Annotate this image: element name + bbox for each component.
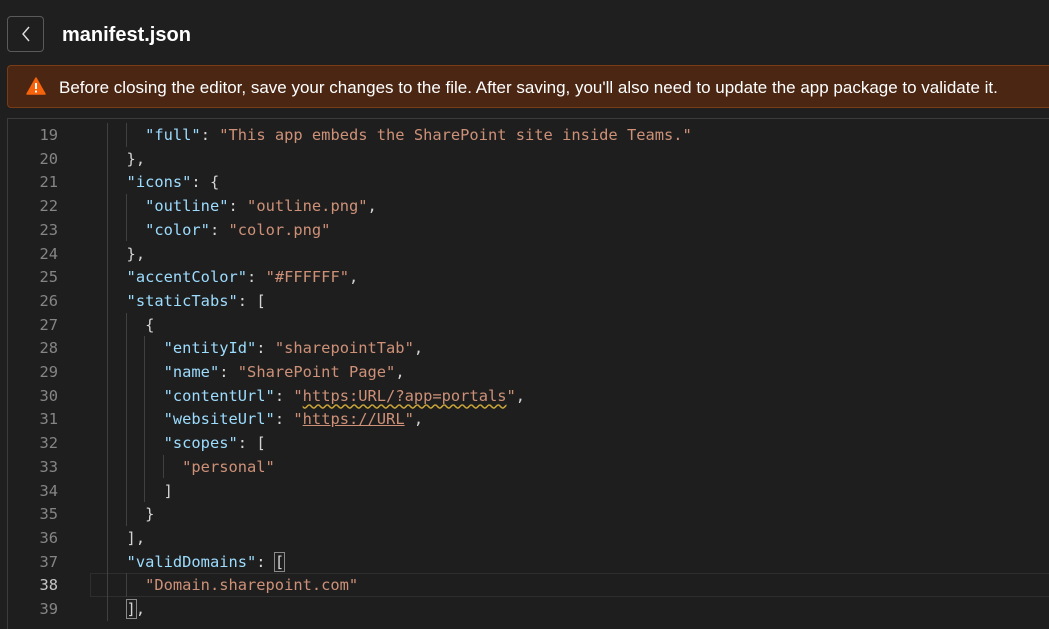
line-number: 27 bbox=[39, 315, 58, 334]
line-code: { bbox=[145, 315, 155, 334]
code-line[interactable]: 25 "accentColor": "#FFFFFF", bbox=[8, 265, 1049, 289]
line-code: "outline": "outline.png", bbox=[145, 197, 377, 216]
line-code: "icons": { bbox=[126, 173, 220, 192]
line-code: "full": "This app embeds the SharePoint … bbox=[145, 126, 692, 144]
code-line[interactable]: 19 "full": "This app embeds the SharePoi… bbox=[8, 123, 1049, 147]
code-line[interactable]: 27 { bbox=[8, 313, 1049, 337]
line-number: 31 bbox=[39, 410, 58, 429]
line-code: ], bbox=[126, 528, 146, 547]
line-number: 29 bbox=[39, 363, 58, 381]
code-line[interactable]: 30 "contentUrl": "https:URL/?app=portals… bbox=[8, 384, 1049, 408]
line-code: "websiteUrl": "https://URL", bbox=[163, 410, 424, 429]
line-number: 24 bbox=[39, 244, 58, 263]
line-number: 25 bbox=[39, 268, 58, 287]
line-code: "accentColor": "#FFFFFF", bbox=[126, 268, 359, 287]
line-code: "Domain.sharepoint.com" bbox=[145, 576, 359, 595]
line-number: 19 bbox=[39, 126, 58, 144]
code-line[interactable]: 38 "Domain.sharepoint.com" bbox=[8, 573, 1049, 598]
line-code: "contentUrl": "https:URL/?app=portals", bbox=[163, 386, 526, 405]
indent-guide bbox=[125, 312, 127, 526]
line-code: "name": "SharePoint Page", bbox=[163, 363, 405, 381]
indent-guide bbox=[125, 123, 127, 147]
line-number: 30 bbox=[39, 386, 58, 405]
code-line[interactable]: 22 "outline": "outline.png", bbox=[8, 194, 1049, 218]
code-line[interactable]: 37 "validDomains": [ bbox=[8, 550, 1049, 574]
line-code: }, bbox=[126, 244, 146, 263]
line-number: 20 bbox=[39, 149, 58, 168]
editor-header: manifest.json bbox=[0, 0, 1049, 66]
line-number: 28 bbox=[39, 339, 58, 358]
line-code: ] bbox=[163, 481, 173, 500]
code-line[interactable]: 28 "entityId": "sharepointTab", bbox=[8, 336, 1049, 360]
code-line[interactable]: 34 ] bbox=[8, 479, 1049, 503]
code-editor[interactable]: 19 "full": "This app embeds the SharePoi… bbox=[7, 118, 1049, 629]
indent-guide bbox=[125, 573, 127, 597]
code-line[interactable]: 29 "name": "SharePoint Page", bbox=[8, 360, 1049, 384]
line-code: }, bbox=[126, 149, 146, 168]
code-line[interactable]: 33 "personal" bbox=[8, 455, 1049, 479]
indent-guide bbox=[125, 194, 127, 242]
line-number: 37 bbox=[39, 552, 58, 571]
line-code: "scopes": [ bbox=[163, 434, 266, 453]
back-button[interactable] bbox=[7, 16, 44, 52]
line-code: "validDomains": [ bbox=[126, 551, 286, 572]
code-line[interactable]: 32 "scopes": [ bbox=[8, 431, 1049, 455]
warning-icon bbox=[26, 77, 46, 95]
line-number: 23 bbox=[39, 220, 58, 239]
code-line[interactable]: 39 ], bbox=[8, 597, 1049, 621]
indent-guide bbox=[144, 336, 146, 503]
line-number: 39 bbox=[39, 600, 58, 618]
line-code: "personal" bbox=[182, 457, 275, 476]
line-code: "color": "color.png" bbox=[145, 220, 331, 239]
chevron-left-icon bbox=[21, 26, 30, 42]
code-line[interactable]: 26 "staticTabs": [ bbox=[8, 289, 1049, 313]
line-number: 26 bbox=[39, 291, 58, 310]
code-line[interactable]: 31 "websiteUrl": "https://URL", bbox=[8, 407, 1049, 431]
line-number: 38 bbox=[39, 576, 58, 595]
line-number: 34 bbox=[39, 481, 58, 500]
code-line[interactable]: 20 }, bbox=[8, 147, 1049, 171]
indent-guide bbox=[162, 454, 164, 479]
line-number: 32 bbox=[39, 434, 58, 453]
warning-banner: Before closing the editor, save your cha… bbox=[7, 65, 1049, 108]
line-code: "entityId": "sharepointTab", bbox=[163, 339, 424, 358]
line-number: 22 bbox=[39, 197, 58, 216]
file-title: manifest.json bbox=[62, 24, 191, 46]
warning-message: Before closing the editor, save your cha… bbox=[59, 78, 998, 97]
line-number: 35 bbox=[39, 505, 58, 524]
code-line[interactable]: 23 "color": "color.png" bbox=[8, 218, 1049, 242]
line-code: ], bbox=[125, 599, 146, 619]
line-code: } bbox=[145, 505, 155, 524]
code-line[interactable]: 35 } bbox=[8, 502, 1049, 526]
code-line[interactable]: 36 ], bbox=[8, 526, 1049, 550]
indent-guide bbox=[107, 123, 108, 621]
line-code: "staticTabs": [ bbox=[126, 291, 266, 310]
line-number: 36 bbox=[39, 528, 58, 547]
code-line[interactable]: 21 "icons": { bbox=[8, 170, 1049, 194]
code-line[interactable]: 24 }, bbox=[8, 242, 1049, 266]
line-number: 33 bbox=[39, 457, 58, 476]
line-number: 21 bbox=[39, 173, 58, 192]
